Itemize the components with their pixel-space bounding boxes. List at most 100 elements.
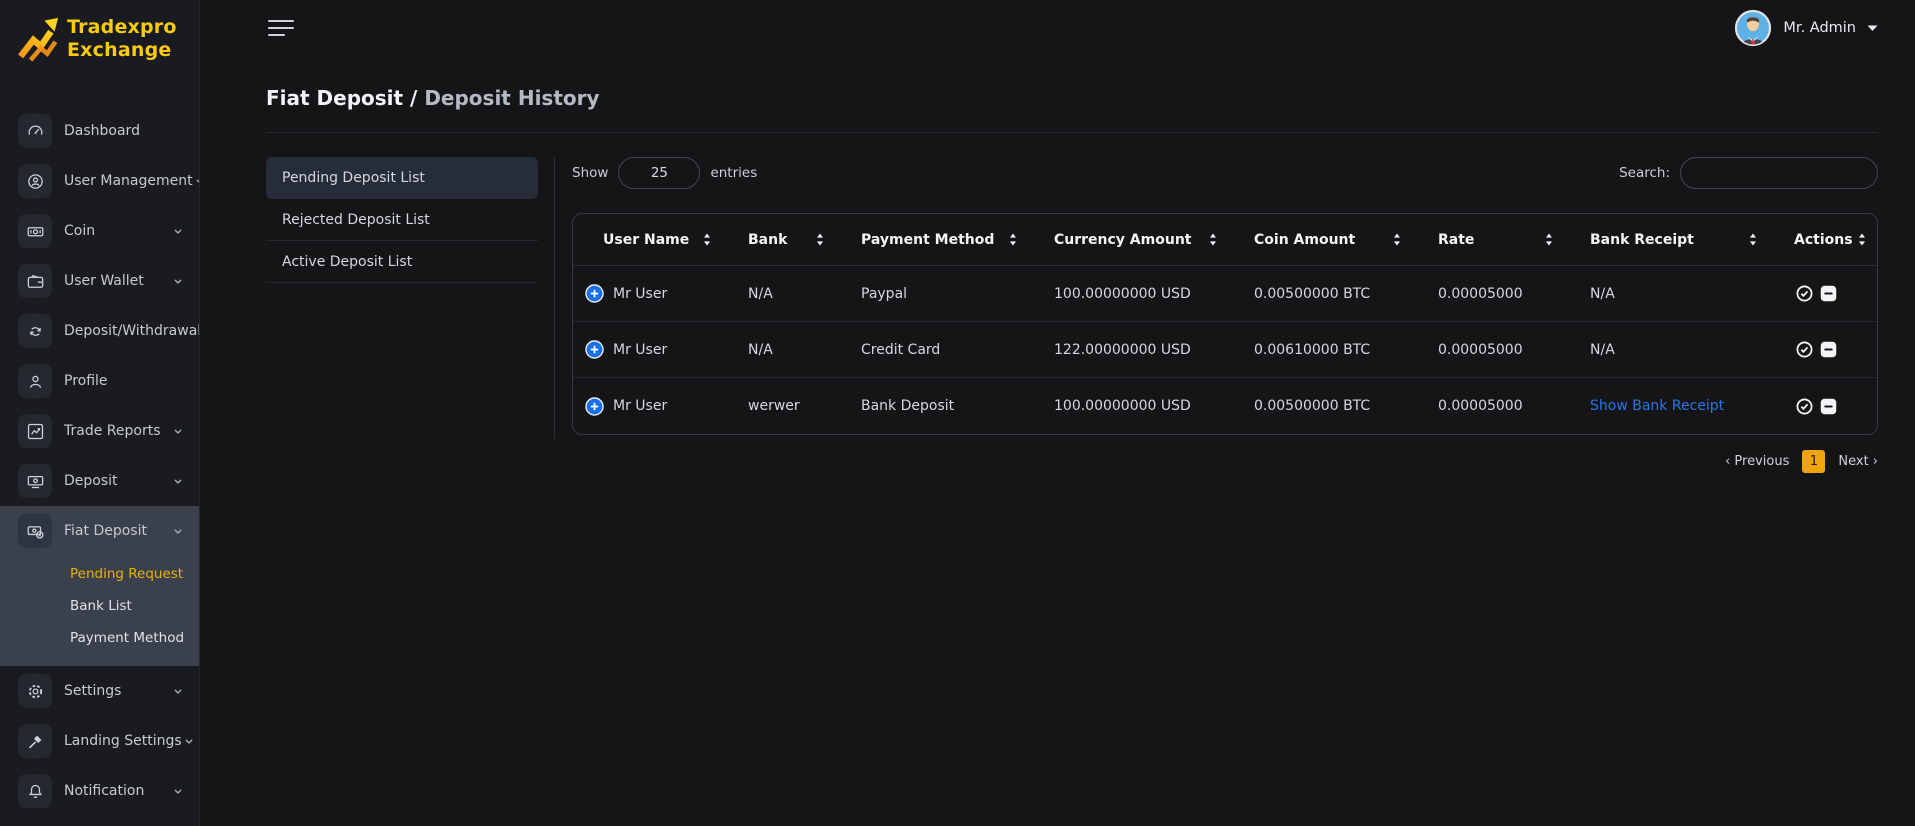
- expand-row-icon[interactable]: [585, 284, 604, 303]
- chevron-down-icon: [171, 424, 185, 438]
- sidebar-item-notification[interactable]: Notification: [0, 766, 199, 816]
- coin-amount-cell: 0.00500000 BTC: [1254, 286, 1438, 302]
- page-head: Fiat Deposit / Deposit History: [266, 86, 1878, 133]
- fiat-deposit-submenu: Pending Request Bank List Payment Method: [0, 556, 199, 666]
- sort-icon: [1206, 232, 1220, 247]
- sidebar-item-deposit[interactable]: Deposit: [0, 456, 199, 506]
- sidebar-item-trade-reports[interactable]: Trade Reports: [0, 406, 199, 456]
- column-header-payment-method[interactable]: Payment Method: [861, 232, 1054, 248]
- rate-cell: 0.00005000: [1438, 286, 1590, 302]
- sidebar-item-fiat-deposit[interactable]: Fiat Deposit: [0, 506, 199, 556]
- sort-icon: [1006, 232, 1020, 247]
- current-page-button[interactable]: 1: [1802, 450, 1825, 473]
- approve-deposit-icon[interactable]: [1796, 285, 1813, 302]
- bell-icon: [18, 774, 52, 808]
- sidebar-item-label: User Wallet: [64, 273, 144, 289]
- sidebar-item-label: User Management: [64, 173, 193, 189]
- sidebar-item-label: Dashboard: [64, 123, 140, 139]
- sidebar-item-label: Deposit: [64, 473, 118, 489]
- brand-name: Tradexpro Exchange: [67, 16, 177, 62]
- brand-logo-icon: [16, 14, 60, 64]
- entries-select[interactable]: 25: [618, 157, 700, 189]
- approve-deposit-icon[interactable]: [1796, 341, 1813, 358]
- search-control: Search:: [1619, 157, 1878, 189]
- column-header-actions[interactable]: Actions: [1794, 232, 1877, 248]
- chevron-down-icon: [171, 274, 185, 288]
- show-label: Show: [572, 165, 608, 181]
- sidebar-item-dashboard[interactable]: Dashboard: [0, 106, 199, 156]
- approve-deposit-icon[interactable]: [1796, 398, 1813, 415]
- wallet-icon: [18, 264, 52, 298]
- dashboard-gauge-icon: [18, 114, 52, 148]
- reject-deposit-icon[interactable]: [1820, 341, 1837, 358]
- sidebar-item-user-wallet[interactable]: User Wallet: [0, 256, 199, 306]
- avatar: [1734, 9, 1772, 47]
- deposit-list-tabs: Pending Deposit List Rejected Deposit Li…: [266, 157, 538, 473]
- sidebar-subitem-bank-list[interactable]: Bank List: [70, 590, 199, 622]
- sidebar-item-settings[interactable]: Settings: [0, 666, 199, 716]
- bank-receipt-cell: N/A: [1590, 286, 1794, 302]
- actions-cell: [1794, 341, 1877, 358]
- chevron-down-icon: [171, 784, 185, 798]
- chevron-down-icon: [171, 224, 185, 238]
- search-input[interactable]: [1680, 157, 1878, 189]
- sidebar-item-user-management[interactable]: User Management: [0, 156, 199, 206]
- sidebar-subitem-payment-method[interactable]: Payment Method: [70, 622, 199, 654]
- sidebar-item-label: Deposit/Withdrawal: [64, 323, 200, 339]
- sidebar-item-label: Settings: [64, 683, 121, 699]
- table-row: Mr User werwer Bank Deposit 100.00000000…: [573, 378, 1877, 434]
- reject-deposit-icon[interactable]: [1820, 398, 1837, 415]
- actions-cell: [1794, 398, 1877, 415]
- deposit-table: User Name Bank Payment Method Curre: [572, 213, 1878, 435]
- sidebar-item-landing-settings[interactable]: Landing Settings: [0, 716, 199, 766]
- currency-amount-cell: 100.00000000 USD: [1054, 286, 1254, 302]
- sort-icon: [700, 232, 714, 247]
- column-header-user-name[interactable]: User Name: [573, 232, 748, 248]
- payment-method-cell: Bank Deposit: [861, 398, 1054, 414]
- main-area: Mr. Admin Fiat Deposit / Deposit History…: [200, 0, 1915, 826]
- fiat-deposit-icon: [18, 514, 52, 548]
- column-header-bank[interactable]: Bank: [748, 232, 861, 248]
- user-name-cell: Mr User: [573, 284, 748, 303]
- chevron-down-icon: [171, 684, 185, 698]
- sidebar-item-deposit-withdrawal[interactable]: Deposit/Withdrawal: [0, 306, 199, 356]
- column-header-currency-amount[interactable]: Currency Amount: [1054, 232, 1254, 248]
- expand-row-icon[interactable]: [585, 340, 604, 359]
- column-header-rate[interactable]: Rate: [1438, 232, 1590, 248]
- coin-banknote-icon: [18, 214, 52, 248]
- sidebar-subitem-pending-request[interactable]: Pending Request: [70, 558, 199, 590]
- previous-page-button[interactable]: ‹ Previous: [1725, 454, 1789, 469]
- rate-cell: 0.00005000: [1438, 398, 1590, 414]
- app-root: Tradexpro Exchange Dashboard User Manage…: [0, 0, 1915, 826]
- swap-arrows-icon: [18, 314, 52, 348]
- currency-amount-cell: 122.00000000 USD: [1054, 342, 1254, 358]
- tab-pending-deposit-list[interactable]: Pending Deposit List: [266, 157, 538, 199]
- sidebar-item-profile[interactable]: Profile: [0, 356, 199, 406]
- table-panel: Show 25 entries Search: User Name: [572, 157, 1878, 473]
- column-header-coin-amount[interactable]: Coin Amount: [1254, 232, 1438, 248]
- hamburger-menu-icon[interactable]: [266, 16, 296, 40]
- tab-rejected-deposit-list[interactable]: Rejected Deposit List: [266, 199, 538, 241]
- topbar: Mr. Admin: [266, 0, 1878, 56]
- coin-amount-cell: 0.00610000 BTC: [1254, 342, 1438, 358]
- chevron-down-icon: [182, 734, 196, 748]
- deposit-money-icon: [18, 464, 52, 498]
- payment-method-cell: Paypal: [861, 286, 1054, 302]
- user-menu[interactable]: Mr. Admin: [1734, 9, 1878, 47]
- sidebar-item-label: Notification: [64, 783, 144, 799]
- sidebar-group-fiat-deposit: Fiat Deposit Pending Request Bank List P…: [0, 506, 199, 666]
- reject-deposit-icon[interactable]: [1820, 285, 1837, 302]
- bank-receipt-cell: N/A: [1590, 342, 1794, 358]
- table-row: Mr User N/A Credit Card 122.00000000 USD…: [573, 322, 1877, 378]
- brand-logo[interactable]: Tradexpro Exchange: [0, 0, 199, 64]
- sidebar-item-label: Landing Settings: [64, 733, 182, 749]
- show-bank-receipt-link[interactable]: Show Bank Receipt: [1590, 398, 1794, 414]
- tab-active-deposit-list[interactable]: Active Deposit List: [266, 241, 538, 283]
- column-header-bank-receipt[interactable]: Bank Receipt: [1590, 232, 1794, 248]
- next-page-button[interactable]: Next ›: [1838, 454, 1878, 469]
- sidebar-item-label: Coin: [64, 223, 95, 239]
- sort-icon: [1542, 232, 1556, 247]
- expand-row-icon[interactable]: [585, 397, 604, 416]
- title-divider: [266, 132, 1878, 133]
- sidebar-item-coin[interactable]: Coin: [0, 206, 199, 256]
